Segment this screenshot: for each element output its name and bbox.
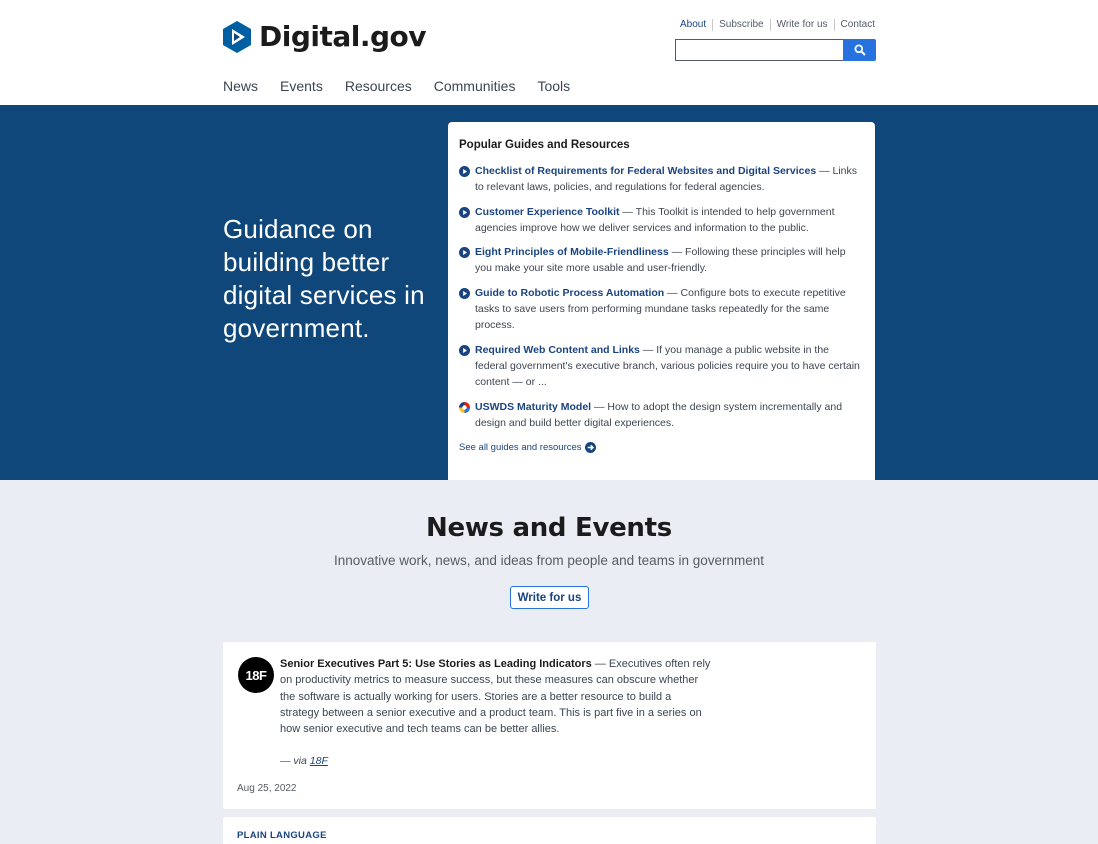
play-circle-icon [459,287,470,299]
news-card: PLAIN LANGUAGE [223,817,876,844]
guide-link[interactable]: Eight Principles of Mobile-Friendliness [475,246,669,258]
search-form [675,39,876,61]
guide-link[interactable]: Guide to Robotic Process Automation [475,287,664,299]
card-body: Senior Executives Part 5: Use Stories as… [280,656,712,737]
arrow-right-circle-icon [584,442,596,454]
see-all-guides-link[interactable]: See all guides and resources [459,442,864,454]
guide-link[interactable]: Checklist of Requirements for Federal We… [475,165,816,177]
nav-item-communities[interactable]: Communities [434,78,516,94]
guide-item: Eight Principles of Mobile-Friendliness … [459,244,864,277]
main-nav: News Events Resources Communities Tools [223,78,592,94]
guides-title: Popular Guides and Resources [459,139,630,151]
hero-heading: Guidance on building better digital serv… [223,214,425,343]
nav-item-news[interactable]: News [223,78,258,94]
topic-tag[interactable]: PLAIN LANGUAGE [237,830,327,841]
util-link-about[interactable]: About [680,19,712,31]
play-circle-icon [459,206,470,218]
site-logo[interactable]: Digital.gov [223,20,427,53]
popular-guides-panel: Popular Guides and Resources Checklist o… [448,122,875,480]
news-card: 18F Senior Executives Part 5: Use Storie… [223,642,876,809]
util-link-subscribe[interactable]: Subscribe [712,19,769,31]
util-link-write-for-us[interactable]: Write for us [769,19,834,31]
source-link[interactable]: 18F [310,755,328,767]
utility-nav: About Subscribe Write for us Contact [680,19,875,31]
nav-item-tools[interactable]: Tools [537,78,570,94]
digitalgov-logo-icon [223,20,251,53]
card-headline-link[interactable]: Senior Executives Part 5: Use Stories as… [280,658,592,670]
play-circle-icon [459,247,470,259]
avatar: 18F [238,657,274,693]
guide-link[interactable]: Required Web Content and Links [475,344,640,356]
util-link-contact[interactable]: Contact [833,19,875,31]
news-events-section: News and Events Innovative work, news, a… [0,480,1098,844]
guide-item: Customer Experience Toolkit — This Toolk… [459,204,864,237]
guide-item: Required Web Content and Links — If you … [459,342,864,391]
section-title: News and Events [426,513,672,543]
guide-item: USWDS Maturity Model — How to adopt the … [459,399,864,432]
play-circle-icon [459,344,470,356]
write-for-us-button[interactable]: Write for us [510,586,589,609]
uswds-logo-icon [459,401,470,413]
card-date: Aug 25, 2022 [237,783,297,794]
guide-item: Checklist of Requirements for Federal We… [459,163,864,196]
play-circle-icon [459,166,470,177]
search-button[interactable] [843,39,876,61]
card-source: — via 18F [280,755,328,767]
search-input[interactable] [675,39,843,61]
site-name: Digital.gov [259,20,427,53]
section-subtitle: Innovative work, news, and ideas from pe… [334,553,764,568]
nav-item-events[interactable]: Events [280,78,323,94]
guide-item: Guide to Robotic Process Automation — Co… [459,285,864,334]
guide-link[interactable]: USWDS Maturity Model [475,401,591,413]
hero-section: Guidance on building better digital serv… [0,105,1098,480]
nav-item-resources[interactable]: Resources [345,78,412,94]
guide-link[interactable]: Customer Experience Toolkit [475,206,620,218]
via-prefix: — via [280,755,310,767]
site-header: Digital.gov About Subscribe Write for us… [0,0,1098,105]
search-icon [854,44,866,56]
see-all-label: See all guides and resources [459,442,582,454]
